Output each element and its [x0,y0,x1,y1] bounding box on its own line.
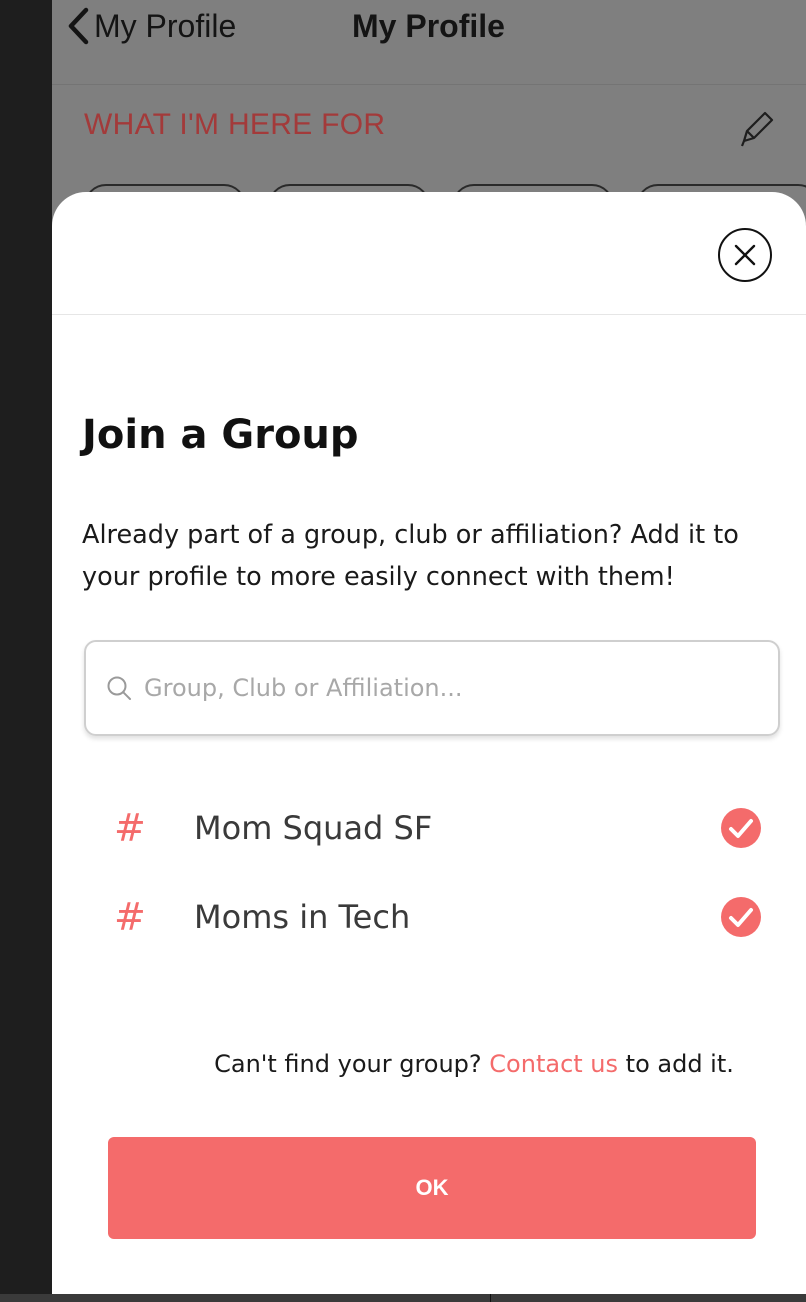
ok-button[interactable]: OK [108,1137,756,1239]
search-icon [106,675,132,701]
section-heading: WHAT I'M HERE FOR [84,108,386,141]
back-label: My Profile [94,7,237,44]
search-input[interactable] [142,657,746,719]
page-title: My Profile [352,8,505,44]
sheet-title: Join a Group [82,412,359,458]
help-prefix: Can't find your group? [214,1050,482,1078]
phone-screen: My Profile My Profile WHAT I'M HERE FOR … [52,0,806,1294]
bottom-divider [490,1294,491,1302]
contact-us-link[interactable]: Contact us [489,1050,618,1078]
sheet-divider [52,314,806,315]
nav-bar: My Profile My Profile [52,0,806,60]
chevron-left-icon [68,7,89,45]
group-name: Moms in Tech [194,898,411,936]
close-button[interactable] [718,228,772,282]
close-icon [734,244,756,266]
search-box[interactable] [84,640,780,736]
bottom-strip [0,1294,806,1302]
ok-label: OK [415,1175,449,1200]
checkmark-circle-icon[interactable] [720,807,762,849]
help-suffix: to add it. [625,1050,734,1078]
left-background-strip [0,0,52,1302]
help-text: Can't find your group? Contact us to add… [52,1050,806,1078]
group-item[interactable]: # Moms in Tech [52,882,806,952]
hash-icon: # [114,806,146,850]
group-name: Mom Squad SF [194,809,433,847]
pencil-icon[interactable] [738,110,774,148]
group-item[interactable]: # Mom Squad SF [52,793,806,863]
sheet-description: Already part of a group, club or affilia… [82,520,739,592]
checkmark-circle-icon[interactable] [720,896,762,938]
nav-divider [52,84,806,85]
hash-icon: # [114,895,146,939]
back-button[interactable]: My Profile [66,4,236,48]
join-group-sheet: Join a Group Already part of a group, cl… [52,192,806,1294]
